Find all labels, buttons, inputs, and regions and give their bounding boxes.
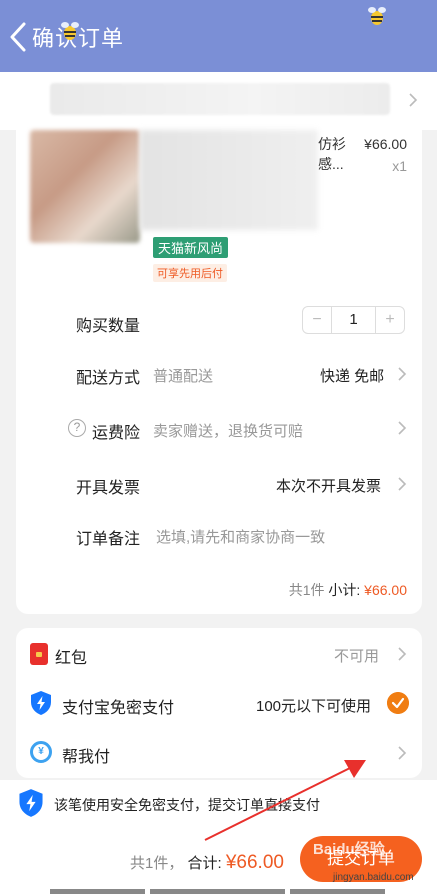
red-packet-icon [30, 643, 48, 665]
invoice-value[interactable]: 本次不开具发票 [276, 475, 381, 496]
pay-later-tag: 可享先用后付 [153, 264, 227, 282]
bee-icon [61, 22, 79, 40]
total-value: ¥66.00 [225, 852, 284, 873]
remark-input[interactable]: 选填,请先和商家协商一致 [156, 526, 325, 547]
address-text-blurred [50, 83, 390, 115]
increment-button[interactable]: + [376, 307, 404, 333]
bee-icon [368, 7, 386, 25]
subtotal: 共1件 小计: ¥66.00 [289, 580, 407, 600]
alipay-shield-icon [31, 691, 51, 715]
nav-bar-line [150, 889, 285, 894]
checked-icon[interactable] [387, 692, 409, 714]
order-total: 共1件， 合计: ¥66.00 [130, 852, 284, 874]
delivery-label: 配送方式 [76, 370, 141, 387]
insurance-label: 运费险 [92, 425, 141, 442]
header-bar: 确认订单 [0, 0, 437, 72]
nav-bar-line [290, 889, 385, 894]
help-question-icon[interactable]: ? [68, 419, 86, 437]
product-title-blurred [140, 130, 318, 230]
red-packet-value[interactable]: 不可用 [334, 645, 379, 666]
tmall-tag: 天猫新风尚 [153, 237, 229, 258]
secure-pay-notice: 该笔使用安全免密支付，提交订单直接支付 [54, 797, 320, 813]
product-title[interactable]: 仿衫 感... [318, 134, 346, 174]
subtotal-label: 小计: [328, 582, 361, 598]
subtotal-count: 共1件 [288, 582, 325, 598]
chevron-right-icon [398, 647, 407, 661]
subtotal-value: ¥66.00 [364, 582, 407, 598]
delivery-value[interactable]: 快递 免邮 [320, 365, 384, 386]
product-quantity: x1 [392, 158, 407, 174]
quantity-value[interactable]: 1 [331, 307, 376, 333]
watermark-url: jingyan.baidu.com [333, 872, 414, 883]
back-arrow-icon[interactable] [6, 20, 30, 54]
chevron-right-icon [398, 421, 407, 435]
help-pay-label[interactable]: 帮我付 [62, 743, 110, 767]
total-label: 合计: [187, 855, 222, 872]
help-pay-icon: ¥ [30, 741, 52, 763]
chevron-right-icon [409, 93, 418, 107]
chevron-right-icon [398, 477, 407, 491]
insurance-desc[interactable]: 卖家赠送，退换货可赔 [153, 420, 303, 441]
quantity-stepper[interactable]: − 1 + [302, 306, 405, 334]
total-count: 共1件， [130, 855, 184, 872]
alipay-value: 100元以下可使用 [256, 698, 372, 715]
delivery-method: 普通配送 [153, 368, 214, 385]
product-image[interactable] [30, 130, 140, 243]
red-packet-label: 红包 [55, 650, 88, 667]
alipay-shield-icon [19, 789, 43, 817]
chevron-right-icon [398, 746, 407, 760]
decrement-button[interactable]: − [303, 307, 331, 333]
watermark-logo: Baidu经验 [313, 841, 385, 858]
product-price: ¥66.00 [364, 136, 407, 152]
chevron-right-icon [398, 367, 407, 381]
nav-bar-line [50, 889, 145, 894]
quantity-label: 购买数量 [76, 318, 141, 335]
invoice-label: 开具发票 [76, 480, 141, 497]
alipay-label: 支付宝免密支付 [62, 700, 175, 717]
remark-label: 订单备注 [76, 531, 141, 548]
